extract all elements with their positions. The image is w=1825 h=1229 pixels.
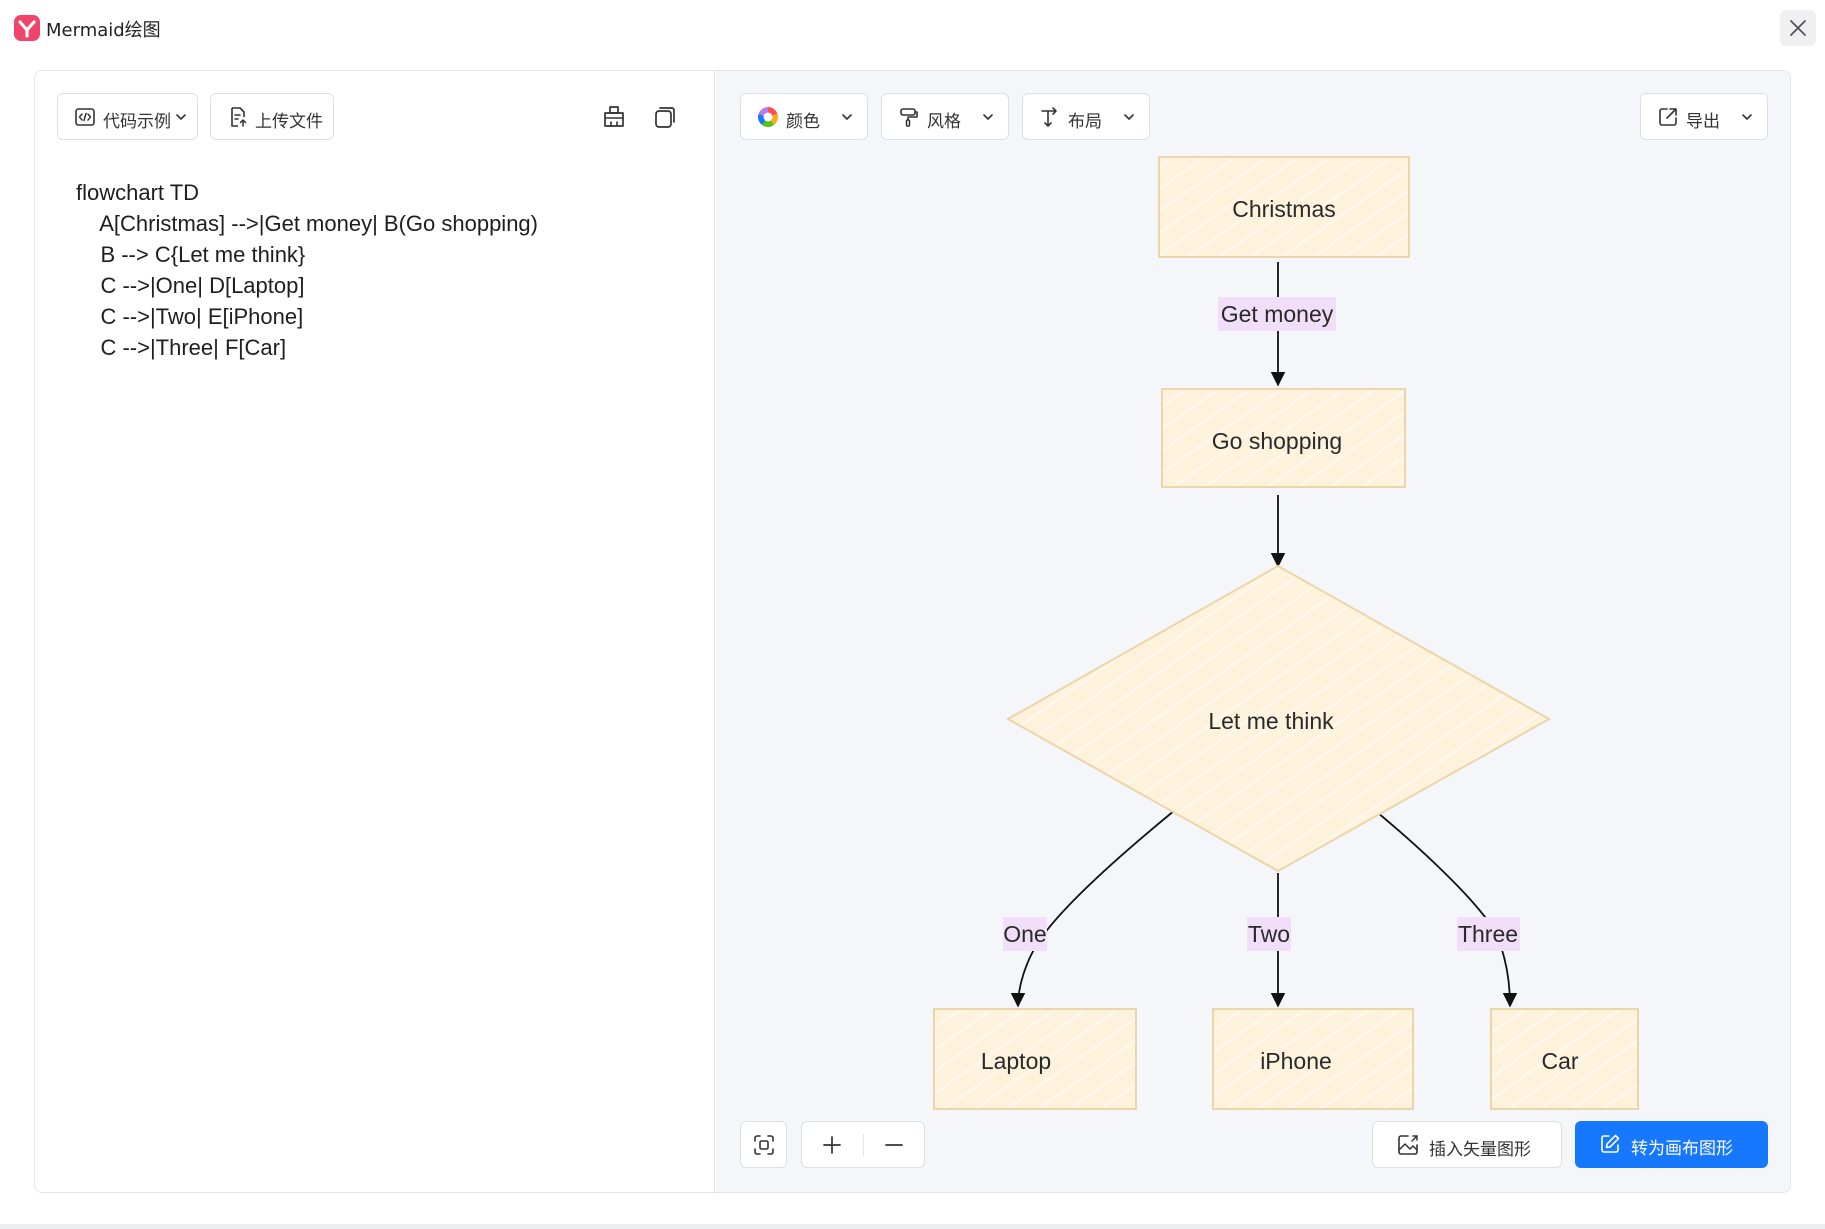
edge-think-laptop	[1010, 788, 1202, 1008]
edge-label-two: Two	[1248, 921, 1290, 947]
edge-label-one: One	[1003, 921, 1046, 947]
code-textarea[interactable]: flowchart TD A[Christmas] -->|Get money|…	[76, 177, 538, 363]
code-line: C -->|One| D[Laptop]	[76, 273, 305, 298]
flowchart-diagram: Christmas Go shopping Let me think Lapto…	[933, 156, 1639, 1110]
edge-label: Two	[1247, 917, 1291, 951]
app-logo-icon	[14, 15, 40, 41]
paint-roller-icon	[900, 108, 918, 127]
node-e-label: iPhone	[1260, 1048, 1332, 1074]
style-label: 风格	[927, 112, 961, 132]
layout-label: 布局	[1068, 112, 1102, 132]
convert-to-canvas-label: 转为画布图形	[1631, 1139, 1733, 1159]
edge-label-three: Three	[1458, 921, 1518, 947]
flowchart-node: Car	[1490, 1008, 1639, 1110]
layout-dropdown[interactable]: 布局	[1022, 93, 1150, 140]
code-line: B --> C{Let me think}	[76, 242, 306, 267]
zoom-controls	[801, 1121, 925, 1168]
export-dropdown[interactable]: 导出	[1640, 93, 1768, 140]
chevron-down-icon	[1124, 114, 1134, 120]
flowchart-node: Go shopping	[1161, 388, 1406, 488]
fit-view-button[interactable]	[740, 1121, 787, 1168]
color-label: 颜色	[786, 112, 820, 132]
edge-think-car	[1355, 794, 1518, 1008]
color-dropdown[interactable]: 颜色	[740, 93, 868, 140]
node-d-label: Laptop	[981, 1048, 1051, 1074]
window-bottom-edge	[0, 1224, 1825, 1229]
code-line: C -->|Three| F[Car]	[76, 335, 287, 360]
preview-canvas-pane: Christmas Go shopping Let me think Lapto…	[716, 71, 1790, 1192]
layout-direction-icon	[1041, 107, 1057, 127]
code-examples-dropdown[interactable]: 代码示例	[57, 93, 198, 140]
minus-icon	[885, 1144, 903, 1146]
edit-icon	[1601, 1134, 1620, 1153]
edge-label: Three	[1457, 917, 1520, 951]
zoom-in-button[interactable]	[802, 1122, 863, 1167]
chevron-down-icon	[842, 114, 852, 120]
export-icon	[1659, 108, 1677, 126]
insert-vector-label: 插入矢量图形	[1429, 1140, 1531, 1160]
code-editor-pane: 代码示例 上传文件 flowchart TD A[Christmas] -->|…	[35, 71, 715, 1192]
flowchart-node: Let me think	[1005, 564, 1552, 873]
insert-vector-button[interactable]: 插入矢量图形	[1372, 1121, 1562, 1168]
fit-screen-icon	[754, 1135, 774, 1155]
chevron-down-icon	[176, 114, 186, 120]
convert-to-canvas-button[interactable]: 转为画布图形	[1575, 1121, 1768, 1168]
code-examples-label: 代码示例	[103, 112, 171, 132]
node-b-label: Go shopping	[1212, 428, 1342, 454]
code-icon	[75, 108, 95, 126]
flowchart-node: Christmas	[1158, 156, 1410, 258]
edge-label-get-money: Get money	[1221, 301, 1334, 327]
edge-label: Get money	[1218, 297, 1336, 331]
upload-file-icon	[231, 107, 247, 127]
clear-code-button[interactable]	[598, 101, 630, 133]
upload-file-button[interactable]: 上传文件	[210, 93, 334, 140]
style-dropdown[interactable]: 风格	[881, 93, 1009, 140]
copy-icon	[655, 107, 675, 128]
node-f-label: Car	[1541, 1048, 1578, 1074]
chevron-down-icon	[1742, 114, 1752, 120]
app-title: Mermaid绘图	[46, 20, 161, 41]
insert-image-icon	[1398, 1135, 1418, 1155]
export-label: 导出	[1686, 112, 1720, 132]
code-line: flowchart TD	[76, 180, 200, 205]
node-a-label: Christmas	[1232, 196, 1336, 222]
flowchart-node: Laptop	[933, 1008, 1137, 1110]
chevron-down-icon	[983, 114, 993, 120]
edge-label: One	[1003, 917, 1047, 951]
copy-code-button[interactable]	[649, 101, 681, 133]
eraser-icon	[604, 106, 624, 127]
title-bar: Mermaid绘图	[0, 0, 1825, 58]
code-line: C -->|Two| E[iPhone]	[76, 304, 304, 329]
close-button[interactable]	[1780, 10, 1816, 46]
close-icon	[1790, 20, 1806, 36]
flowchart-node: iPhone	[1212, 1008, 1414, 1110]
mermaid-dialog: 代码示例 上传文件 flowchart TD A[Christmas] -->|…	[34, 70, 1791, 1193]
plus-icon	[823, 1136, 841, 1154]
code-line: A[Christmas] -->|Get money| B(Go shoppin…	[76, 211, 538, 236]
zoom-out-button[interactable]	[864, 1122, 924, 1167]
upload-file-label: 上传文件	[255, 112, 323, 132]
color-wheel-icon	[758, 107, 778, 127]
node-c-label: Let me think	[1208, 708, 1334, 734]
